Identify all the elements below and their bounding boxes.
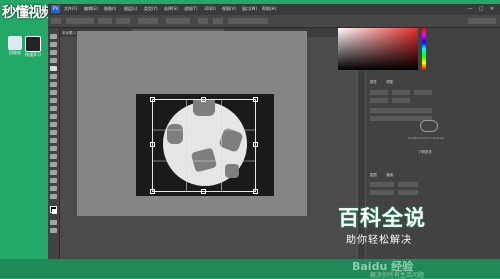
shape-tool-icon[interactable] [50, 170, 57, 175]
background-color-swatch[interactable] [52, 209, 57, 214]
menu-help[interactable]: 帮助(H) [262, 6, 276, 12]
crop-handle-bottom-right[interactable] [253, 189, 258, 194]
prop-field[interactable] [370, 108, 432, 113]
hand-tool-icon[interactable] [50, 178, 57, 183]
prop-field[interactable] [392, 98, 410, 103]
desktop-icon-app[interactable]: 快速学习 [22, 36, 44, 57]
fill-field[interactable] [398, 190, 418, 195]
bottom-taskbar [0, 259, 500, 278]
menu-bar: Ps 文件(F) 编辑(E) 图像(I) 图层(L) 类型(Y) 选择(S) 滤… [48, 4, 500, 15]
hue-slider[interactable] [422, 28, 426, 70]
marquee-tool-icon[interactable] [50, 42, 57, 47]
lock-options[interactable] [370, 190, 394, 195]
menu-view[interactable]: 视图(V) [222, 6, 236, 12]
tab-layers[interactable]: 图层 [370, 173, 377, 178]
menu-type[interactable]: 类型(Y) [144, 6, 158, 12]
blur-tool-icon[interactable] [50, 130, 57, 135]
cloud-libraries-text: Creative Cloud Libraries [407, 136, 444, 140]
baike-overlay-subtitle: 助你轻松解决 [346, 235, 412, 246]
learn-more-link[interactable]: 了解更多 [418, 150, 432, 155]
zoom-tool-icon[interactable] [50, 186, 57, 191]
menu-3d[interactable]: 3D(D) [204, 6, 216, 11]
height-field[interactable] [116, 18, 130, 24]
menu-edit[interactable]: 编辑(E) [84, 6, 98, 12]
tool-preset-picker[interactable] [51, 18, 61, 24]
crop-box[interactable] [150, 97, 258, 194]
history-brush-tool-icon[interactable] [50, 106, 57, 111]
tab-properties[interactable]: 属性 [370, 80, 377, 85]
more-tools-icon[interactable] [50, 194, 57, 199]
move-tool-icon[interactable] [50, 34, 57, 39]
prop-field[interactable] [392, 90, 410, 95]
crop-handle-top-left[interactable] [150, 97, 155, 102]
straighten-button[interactable] [166, 18, 190, 24]
eraser-tool-icon[interactable] [50, 114, 57, 119]
watermark-top-left: 秒懂视频 [2, 5, 55, 21]
crop-handle-top[interactable] [201, 97, 206, 102]
screen-mode-icon[interactable] [50, 228, 57, 233]
crop-handle-right[interactable] [253, 142, 258, 147]
prop-field[interactable] [370, 98, 388, 103]
quick-mask-icon[interactable] [50, 220, 57, 225]
delete-cropped-checkbox[interactable] [228, 18, 268, 24]
pen-tool-icon[interactable] [50, 146, 57, 151]
baike-overlay-title: 百科全说 [338, 206, 426, 230]
tools-panel [48, 28, 60, 259]
type-tool-icon[interactable] [50, 154, 57, 159]
desktop-icon-label: 快速学习 [25, 52, 41, 57]
crop-handle-top-right[interactable] [253, 97, 258, 102]
crop-handle-bottom-left[interactable] [150, 189, 155, 194]
menu-window[interactable]: 窗口(W) [242, 6, 257, 12]
crop-grid [152, 99, 256, 192]
width-field[interactable] [98, 18, 112, 24]
settings-gear-icon[interactable] [213, 18, 223, 24]
crop-handle-bottom[interactable] [201, 189, 206, 194]
clear-button[interactable] [138, 18, 158, 24]
app-shortcut-icon [25, 36, 41, 52]
recycle-bin-icon [8, 36, 22, 50]
photoshop-window: Ps 文件(F) 编辑(E) 图像(I) 图层(L) 类型(Y) 选择(S) 滤… [48, 4, 500, 259]
options-bar [48, 15, 500, 28]
eyedropper-tool-icon[interactable] [50, 74, 57, 79]
close-button[interactable]: ✕ [488, 5, 496, 13]
menu-file[interactable]: 文件(F) [64, 6, 77, 12]
path-select-tool-icon[interactable] [50, 162, 57, 167]
desktop-background: 回收站 快速学习 [0, 0, 48, 278]
creative-cloud-icon [420, 120, 438, 132]
workspace-dropdown[interactable] [468, 18, 496, 24]
lasso-tool-icon[interactable] [50, 50, 57, 55]
opacity-field[interactable] [398, 182, 418, 187]
tab-adjustments[interactable]: 调整 [386, 80, 393, 85]
gradient-tool-icon[interactable] [50, 122, 57, 127]
brush-tool-icon[interactable] [50, 90, 57, 95]
menu-image[interactable]: 图像(I) [104, 6, 116, 12]
menu-layer[interactable]: 图层(L) [124, 6, 137, 12]
crop-tool-icon[interactable] [50, 66, 57, 71]
menu-select[interactable]: 选择(S) [164, 6, 178, 12]
prop-field[interactable] [370, 90, 388, 95]
ratio-dropdown[interactable] [66, 18, 94, 24]
dodge-tool-icon[interactable] [50, 138, 57, 143]
clone-stamp-tool-icon[interactable] [50, 98, 57, 103]
color-picker-field[interactable] [338, 28, 418, 70]
blend-mode-dropdown[interactable] [370, 182, 394, 187]
crop-handle-left[interactable] [150, 142, 155, 147]
quick-select-tool-icon[interactable] [50, 58, 57, 63]
maximize-button[interactable]: □ [477, 5, 485, 13]
menu-filter[interactable]: 滤镜(T) [184, 6, 198, 12]
prop-field[interactable] [414, 90, 432, 95]
overlay-options[interactable] [198, 18, 208, 24]
photoshop-logo-icon: Ps [51, 5, 60, 13]
minimize-button[interactable]: — [466, 5, 474, 13]
tab-channels[interactable]: 通道 [386, 173, 393, 178]
healing-brush-tool-icon[interactable] [50, 82, 57, 87]
